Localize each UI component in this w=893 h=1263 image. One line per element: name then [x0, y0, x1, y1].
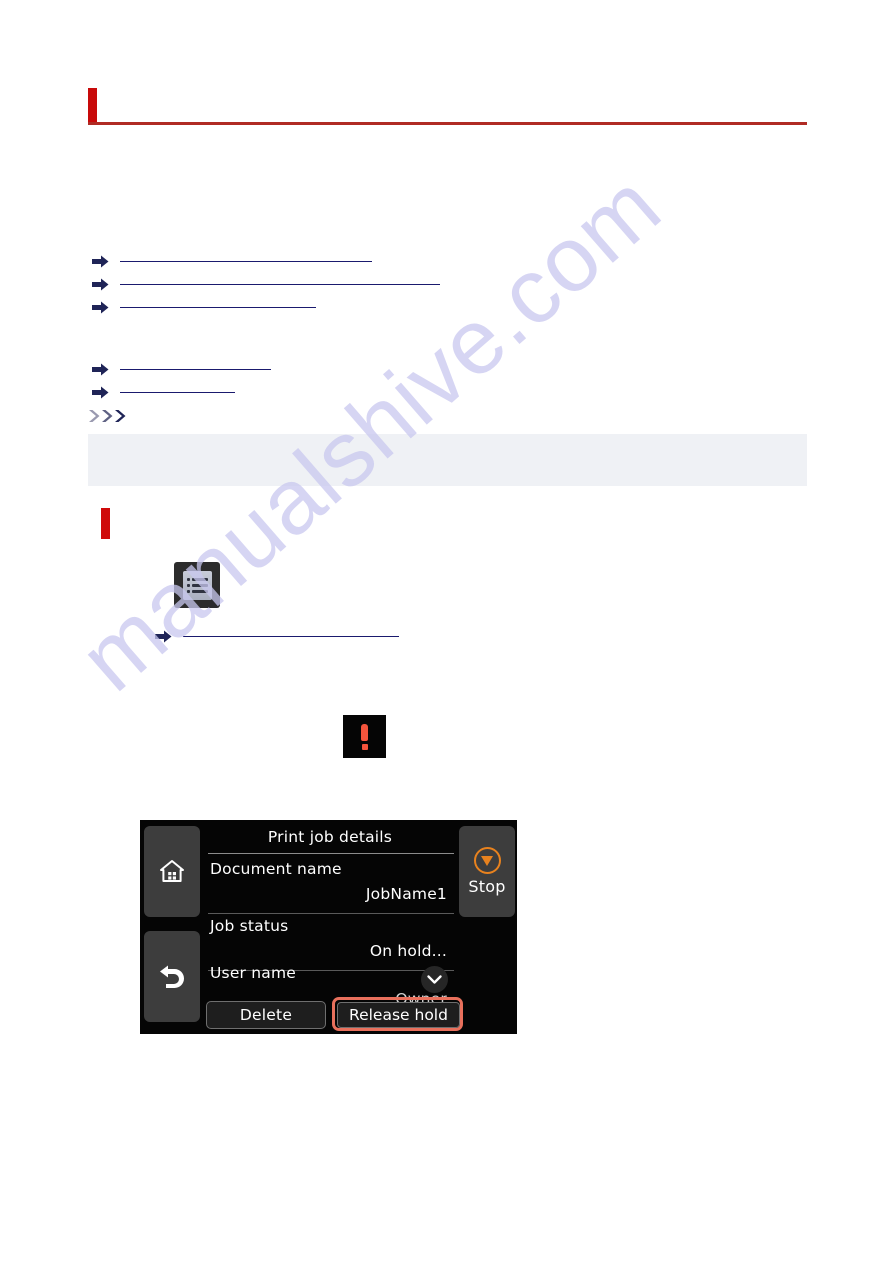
stop-circle-icon: [473, 847, 501, 874]
stop-button[interactable]: Stop: [459, 826, 515, 917]
document-page: Stop Print job details Document name Job…: [0, 0, 893, 1263]
exclamation-glyph: [361, 723, 368, 750]
field-label-job-status: Job status: [210, 917, 289, 935]
list-row: [186, 589, 208, 593]
back-arrow-icon: [159, 965, 184, 988]
scroll-down-button[interactable]: [421, 966, 448, 993]
link-item[interactable]: [92, 273, 440, 295]
link-label[interactable]: [120, 368, 271, 370]
title-accent-bar: [88, 88, 97, 122]
note-marker: [88, 409, 135, 423]
home-icon: [160, 860, 184, 882]
printer-touchscreen: Stop Print job details Document name Job…: [140, 820, 517, 1034]
link-label[interactable]: [120, 283, 440, 285]
list-bar: [191, 577, 208, 581]
list-bullet: [186, 589, 190, 593]
link-item[interactable]: [92, 250, 372, 272]
screen-title: Print job details: [267, 828, 393, 846]
section-title: [101, 508, 801, 540]
chevron-right-icon: [89, 410, 100, 422]
release-hold-highlight: Release hold: [332, 997, 463, 1031]
field-label-document-name: Document name: [210, 860, 342, 878]
field-label-user-name: User name: [210, 964, 297, 982]
arrow-bullet-icon: [92, 301, 109, 313]
link-label[interactable]: [120, 306, 316, 308]
link-label[interactable]: [120, 260, 372, 262]
list-row: [186, 583, 208, 587]
list-bar: [191, 589, 208, 593]
section-accent-bar: [101, 508, 110, 539]
list-bar: [191, 583, 208, 587]
note-box: [88, 434, 807, 486]
field-value-document-name: JobName1: [365, 885, 447, 903]
link-label[interactable]: [183, 635, 399, 637]
link-label[interactable]: [120, 391, 235, 393]
chevron-right-icon: [115, 410, 126, 422]
exclamation-stem: [361, 723, 368, 741]
link-item[interactable]: [92, 381, 235, 403]
exclamation-icon: [343, 715, 386, 758]
arrow-bullet-icon: [92, 386, 109, 398]
list-menu-icon: [174, 562, 220, 608]
field-separator: [208, 913, 454, 914]
stop-button-label: Stop: [468, 877, 506, 896]
release-hold-button[interactable]: Release hold: [337, 1002, 460, 1028]
arrow-bullet-icon: [92, 363, 109, 375]
back-button[interactable]: [144, 931, 200, 1022]
chevron-down-icon: [427, 974, 442, 984]
list-menu-icon-inner: [182, 570, 212, 600]
list-bullet: [186, 583, 190, 587]
list-bullet: [186, 577, 190, 581]
link-item[interactable]: [92, 358, 271, 380]
list-row: [186, 577, 208, 581]
home-button[interactable]: [144, 826, 200, 917]
link-item[interactable]: [155, 625, 399, 647]
exclamation-dot: [361, 743, 368, 750]
delete-button[interactable]: Delete: [206, 1001, 326, 1029]
arrow-bullet-icon: [92, 278, 109, 290]
arrow-bullet-icon: [92, 255, 109, 267]
link-item[interactable]: [92, 296, 316, 318]
arrow-bullet-icon: [155, 630, 172, 642]
page-title: [88, 88, 807, 126]
title-rule: [88, 122, 807, 125]
field-value-job-status: On hold...: [369, 942, 447, 960]
screen-title-rule: [208, 853, 454, 854]
chevron-right-icon: [102, 410, 113, 422]
